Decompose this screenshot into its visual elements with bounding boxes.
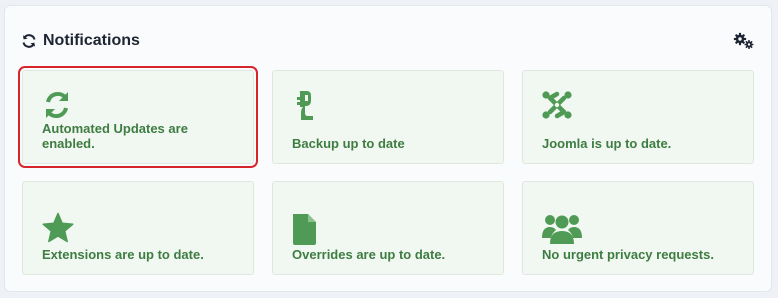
star-icon <box>41 212 74 244</box>
card-label: No urgent privacy requests. <box>542 247 714 262</box>
title-wrap: Notifications <box>21 32 140 50</box>
users-icon <box>541 212 583 244</box>
card-label: Backup up to date <box>292 136 405 151</box>
card-label: Extensions are up to date. <box>42 247 204 262</box>
card-joomla[interactable]: Joomla is up to date. <box>522 70 754 164</box>
sync-icon <box>41 89 73 121</box>
card-privacy[interactable]: No urgent privacy requests. <box>522 181 754 275</box>
card-backup[interactable]: Backup up to date <box>272 70 504 164</box>
joomla-icon <box>541 89 573 121</box>
card-label: Automated Updates are enabled. <box>42 121 188 151</box>
panel-header: Notifications <box>21 30 755 52</box>
card-label: Overrides are up to date. <box>292 247 446 262</box>
card-label: Joomla is up to date. <box>542 136 672 151</box>
backup-icon <box>291 89 323 121</box>
file-icon <box>291 212 323 245</box>
refresh-icon[interactable] <box>21 33 37 49</box>
card-extensions[interactable]: Extensions are up to date. <box>22 181 254 275</box>
card-overrides[interactable]: Overrides are up to date. <box>272 181 504 275</box>
gears-icon[interactable] <box>733 30 755 52</box>
panel-title: Notifications <box>43 32 140 49</box>
card-automated-updates[interactable]: Automated Updates are enabled. <box>18 66 258 168</box>
